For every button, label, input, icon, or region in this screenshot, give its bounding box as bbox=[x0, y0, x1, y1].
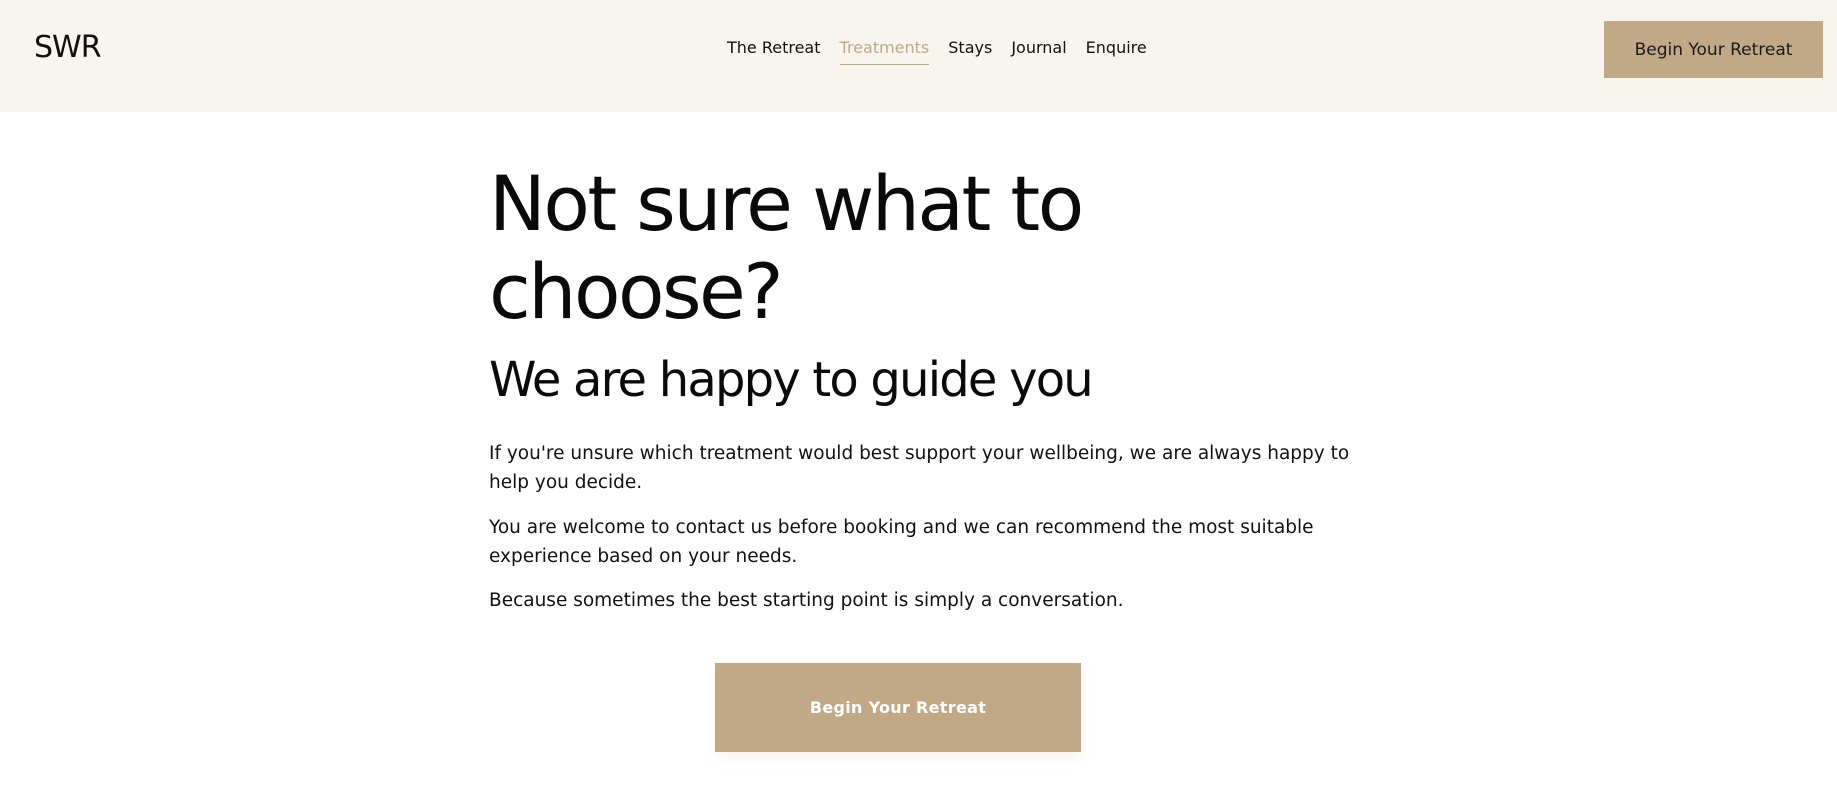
paragraph-1: If you're unsure which treatment would b… bbox=[489, 443, 1350, 493]
page-title: Not sure what to choose? bbox=[489, 159, 1084, 336]
nav-item-stays[interactable]: Stays bbox=[948, 38, 992, 65]
paragraph-2: You are welcome to contact us before boo… bbox=[489, 517, 1314, 567]
guide-section: Not sure what to choose? We are happy to… bbox=[489, 160, 1389, 615]
logo[interactable]: SWR bbox=[34, 30, 102, 65]
begin-retreat-button[interactable]: Begin Your Retreat bbox=[715, 663, 1081, 752]
site-header: SWR The Retreat Treatments Stays Journal… bbox=[0, 0, 1837, 112]
nav-item-enquire[interactable]: Enquire bbox=[1086, 38, 1147, 65]
nav-item-the-retreat[interactable]: The Retreat bbox=[727, 38, 821, 65]
nav-item-treatments[interactable]: Treatments bbox=[839, 38, 930, 65]
paragraph-3: Because sometimes the best starting poin… bbox=[489, 590, 1124, 611]
section-subtitle: We are happy to guide you bbox=[489, 352, 1094, 408]
main-nav: The Retreat Treatments Stays Journal Enq… bbox=[727, 38, 1147, 68]
header-begin-retreat-button[interactable]: Begin Your Retreat bbox=[1604, 21, 1823, 78]
nav-item-journal[interactable]: Journal bbox=[1011, 38, 1066, 65]
